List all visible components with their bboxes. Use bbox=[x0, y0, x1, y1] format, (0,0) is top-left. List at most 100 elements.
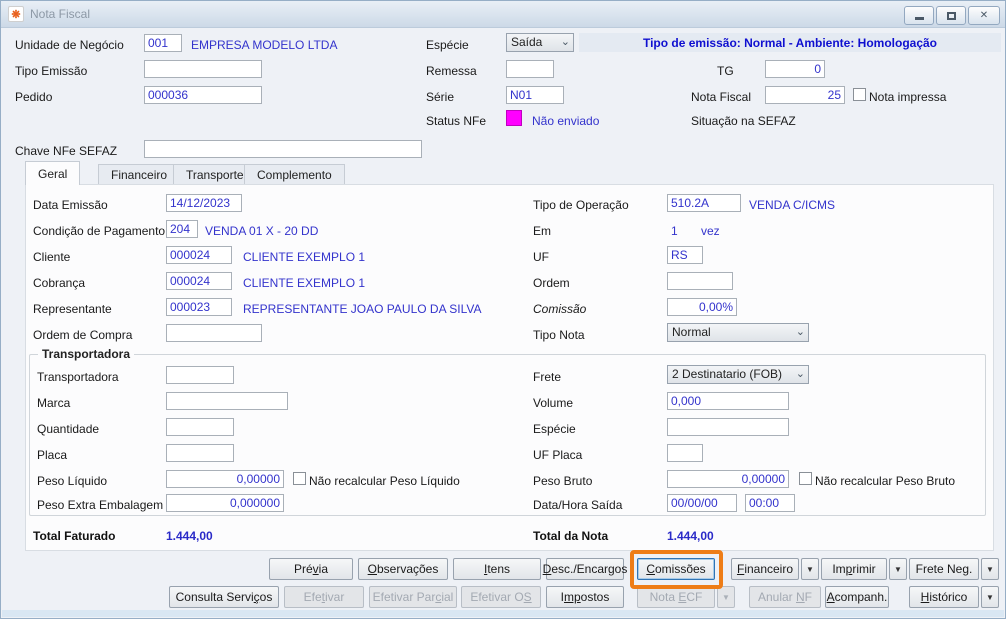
tab-complemento[interactable]: Complemento bbox=[244, 164, 345, 185]
previa-button[interactable]: Prévia bbox=[269, 558, 353, 580]
uf-placa-field[interactable] bbox=[667, 444, 703, 462]
historico-dropdown-button[interactable]: ▼ bbox=[981, 586, 999, 608]
placa-field[interactable] bbox=[166, 444, 234, 462]
tipo-emissao-field[interactable] bbox=[144, 60, 262, 78]
cliente-field[interactable] bbox=[166, 246, 232, 264]
nota-impressa-checkbox[interactable] bbox=[853, 88, 866, 101]
cobranca-field[interactable] bbox=[166, 272, 232, 290]
financeiro-dropdown-button[interactable]: ▼ bbox=[801, 558, 819, 580]
unidade-field[interactable] bbox=[144, 34, 182, 52]
imprimir-button[interactable]: Imprimir bbox=[821, 558, 887, 580]
desc-encargos-button[interactable]: Desc./Encargos bbox=[543, 558, 627, 580]
imprimir-dropdown-button[interactable]: ▼ bbox=[889, 558, 907, 580]
nota-impressa-label: Nota impressa bbox=[869, 90, 947, 104]
peso-liquido-field[interactable] bbox=[166, 470, 284, 488]
transportadora-field[interactable] bbox=[166, 366, 234, 384]
frete-label: Frete bbox=[533, 370, 562, 384]
representante-field[interactable] bbox=[166, 298, 232, 316]
nota-fiscal-field[interactable] bbox=[765, 86, 845, 104]
condicao-pagamento-desc: VENDA 01 X - 20 DD bbox=[205, 224, 319, 238]
financeiro-button[interactable]: Financeiro bbox=[731, 558, 799, 580]
maximize-icon bbox=[946, 11, 956, 20]
chave-nfe-field[interactable] bbox=[144, 140, 422, 158]
serie-field[interactable] bbox=[506, 86, 564, 104]
status-nfe-value: Não enviado bbox=[532, 114, 600, 128]
unidade-label: Unidade de Negócio bbox=[15, 38, 124, 52]
frete-neg-dropdown-button[interactable]: ▼ bbox=[981, 558, 999, 580]
dropdown-arrow-icon: ▼ bbox=[722, 592, 730, 602]
representante-label: Representante bbox=[33, 302, 112, 316]
itens-button[interactable]: Itens bbox=[453, 558, 541, 580]
total-da-nota-value: 1.444,00 bbox=[667, 529, 714, 543]
comissoes-button[interactable]: Comissões bbox=[637, 558, 715, 580]
maximize-button[interactable] bbox=[936, 6, 966, 25]
placa-label: Placa bbox=[37, 448, 68, 462]
ordem-field[interactable] bbox=[667, 272, 733, 290]
ordem-label: Ordem bbox=[533, 276, 570, 290]
peso-extra-field[interactable] bbox=[166, 494, 284, 512]
close-button[interactable]: ✕ bbox=[968, 6, 1000, 25]
cobranca-label: Cobrança bbox=[33, 276, 86, 290]
hora-saida-field[interactable] bbox=[745, 494, 795, 512]
observacoes-button[interactable]: Observações bbox=[358, 558, 448, 580]
nao-recalcular-peso-liquido-label: Não recalcular Peso Líquido bbox=[309, 474, 460, 488]
peso-extra-label: Peso Extra Embalagem bbox=[37, 498, 164, 512]
window-title: Nota Fiscal bbox=[30, 7, 91, 21]
especie-transporte-field[interactable] bbox=[667, 418, 789, 436]
remessa-field[interactable] bbox=[506, 60, 554, 78]
ordem-compra-field[interactable] bbox=[166, 324, 262, 342]
peso-liquido-label: Peso Líquido bbox=[37, 474, 108, 488]
anular-nf-button: Anular NF bbox=[749, 586, 821, 608]
uf-field[interactable] bbox=[667, 246, 703, 264]
close-icon: ✕ bbox=[979, 10, 989, 21]
chave-nfe-label: Chave NFe SEFAZ bbox=[15, 144, 118, 158]
cliente-desc: CLIENTE EXEMPLO 1 bbox=[243, 250, 366, 264]
nao-recalcular-peso-bruto-checkbox[interactable] bbox=[799, 472, 812, 485]
nao-recalcular-peso-bruto-label: Não recalcular Peso Bruto bbox=[815, 474, 956, 488]
tg-field[interactable] bbox=[765, 60, 825, 78]
peso-bruto-field[interactable] bbox=[667, 470, 789, 488]
total-faturado-label: Total Faturado bbox=[33, 529, 116, 543]
tipo-nota-select[interactable]: Normal ⌄ bbox=[667, 323, 809, 342]
data-emissao-field[interactable] bbox=[166, 194, 242, 212]
acompanh-button[interactable]: Acompanh. bbox=[825, 586, 889, 608]
data-saida-field[interactable] bbox=[667, 494, 737, 512]
tab-geral[interactable]: Geral bbox=[25, 161, 81, 185]
window-bottom-edge bbox=[2, 610, 1004, 617]
tab-financeiro[interactable]: Financeiro bbox=[98, 164, 181, 185]
impostos-button[interactable]: Impostos bbox=[546, 586, 624, 608]
representante-desc: REPRESENTANTE JOAO PAULO DA SILVA bbox=[243, 302, 482, 316]
volume-field[interactable] bbox=[667, 392, 789, 410]
em-value: 1 bbox=[671, 224, 678, 238]
consulta-servicos-button[interactable]: Consulta Serviços bbox=[169, 586, 279, 608]
data-hora-saida-label: Data/Hora Saída bbox=[533, 498, 623, 512]
especie-select[interactable]: Saída ⌄ bbox=[506, 33, 574, 52]
comissao-field[interactable] bbox=[667, 298, 737, 316]
status-nfe-label: Status NFe bbox=[426, 114, 487, 128]
nota-fiscal-window: ❋ Nota Fiscal ✕ Unidade de Negócio EMPRE… bbox=[0, 0, 1006, 619]
condicao-pagamento-field[interactable] bbox=[166, 220, 198, 238]
volume-label: Volume bbox=[533, 396, 574, 410]
peso-bruto-label: Peso Bruto bbox=[533, 474, 593, 488]
tipo-nota-label: Tipo Nota bbox=[533, 328, 585, 342]
frete-select[interactable]: 2 Destinatario (FOB) ⌄ bbox=[667, 365, 809, 384]
minimize-icon bbox=[914, 17, 924, 20]
tipo-operacao-label: Tipo de Operação bbox=[533, 198, 629, 212]
pedido-label: Pedido bbox=[15, 90, 53, 104]
pedido-field[interactable] bbox=[144, 86, 262, 104]
historico-button[interactable]: Histórico bbox=[909, 586, 979, 608]
quantidade-field[interactable] bbox=[166, 418, 234, 436]
em-suffix: vez bbox=[701, 224, 720, 238]
cliente-label: Cliente bbox=[33, 250, 71, 264]
marca-field[interactable] bbox=[166, 392, 288, 410]
titlebar: ❋ Nota Fiscal bbox=[1, 1, 1005, 28]
frete-neg-button[interactable]: Frete Neg. bbox=[909, 558, 979, 580]
tipo-operacao-field[interactable] bbox=[667, 194, 741, 212]
especie-transporte-label: Espécie bbox=[533, 422, 576, 436]
comissao-label: Comissão bbox=[533, 302, 587, 316]
condicao-pagamento-label: Condição de Pagamento bbox=[33, 224, 166, 238]
status-nfe-indicator bbox=[506, 110, 522, 126]
nao-recalcular-peso-liquido-checkbox[interactable] bbox=[293, 472, 306, 485]
minimize-button[interactable] bbox=[904, 6, 934, 25]
situacao-sefaz-label: Situação na SEFAZ bbox=[691, 114, 796, 128]
